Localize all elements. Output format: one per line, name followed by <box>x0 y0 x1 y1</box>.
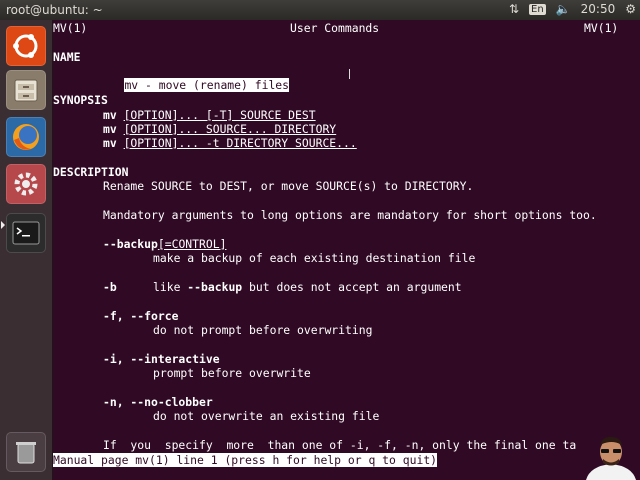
top-panel: root@ubuntu: ~ ⇅ En 🔈 20:50 ⚙ <box>0 0 640 20</box>
file-cabinet-icon <box>14 79 38 102</box>
option-force: -f, --force <box>103 309 179 323</box>
man-header-center: User Commands <box>290 21 380 35</box>
firefox-button[interactable] <box>6 117 46 157</box>
window-title: root@ubuntu: ~ <box>6 3 103 17</box>
selected-text[interactable]: mv - move (rename) files <box>124 78 290 92</box>
terminal-icon <box>12 221 40 245</box>
presenter-avatar <box>586 436 636 480</box>
dash-home-button[interactable] <box>6 26 46 66</box>
trash-icon <box>16 442 36 464</box>
settings-gear-icon[interactable]: ⚙ <box>625 2 636 16</box>
name-line: mv - move (rename) files <box>97 64 290 92</box>
clock[interactable]: 20:50 <box>581 2 616 16</box>
terminal-button[interactable] <box>6 213 46 253</box>
option-interactive: -i, --interactive <box>103 352 220 366</box>
settings-gear-icon <box>14 172 38 196</box>
man-header-right: MV(1) <box>584 21 619 35</box>
files-button[interactable] <box>6 70 46 110</box>
keyboard-layout-indicator[interactable]: En <box>529 3 546 15</box>
launcher <box>0 20 53 480</box>
network-icon[interactable]: ⇅ <box>509 2 519 16</box>
description-heading: DESCRIPTION <box>53 165 129 179</box>
option-backup-desc: make a backup of each existing destinati… <box>153 251 476 265</box>
option-b-desc: like --backup but does not accept an arg… <box>153 280 462 294</box>
man-header-left: MV(1) <box>53 21 88 35</box>
synopsis-heading: SYNOPSIS <box>53 93 108 107</box>
running-indicator <box>1 221 5 229</box>
synopsis-line: mv [OPTION]... SOURCE... DIRECTORY <box>103 122 337 136</box>
ubuntu-logo-icon <box>13 34 38 58</box>
description-text: Mandatory arguments to long options are … <box>103 208 597 222</box>
option-b: -b <box>103 280 117 294</box>
text-cursor-icon <box>349 69 352 79</box>
option-force-desc: do not prompt before overwriting <box>153 323 373 337</box>
option-backup: --backup[=CONTROL] <box>103 237 227 251</box>
system-settings-button[interactable] <box>6 164 46 204</box>
trash-button[interactable] <box>6 432 46 472</box>
description-text: If you specify more than one of -i, -f, … <box>103 438 577 452</box>
terminal-window[interactable]: MV(1) User Commands MV(1) NAME mv - move… <box>53 20 640 480</box>
option-no-clobber-desc: do not overwrite an existing file <box>153 409 380 423</box>
option-interactive-desc: prompt before overwrite <box>153 366 311 380</box>
firefox-icon <box>13 124 39 150</box>
option-no-clobber: -n, --no-clobber <box>103 395 213 409</box>
description-text: Rename SOURCE to DEST, or move SOURCE(s)… <box>103 179 474 193</box>
system-tray: ⇅ En 🔈 20:50 ⚙ <box>509 2 636 16</box>
synopsis-line: mv [OPTION]... -t DIRECTORY SOURCE... <box>103 136 357 150</box>
synopsis-line: mv [OPTION]... [-T] SOURCE DEST <box>103 108 316 122</box>
volume-icon[interactable]: 🔈 <box>556 2 571 16</box>
pager-status-line: Manual page mv(1) line 1 (press h for he… <box>53 453 438 467</box>
name-heading: NAME <box>53 50 81 64</box>
